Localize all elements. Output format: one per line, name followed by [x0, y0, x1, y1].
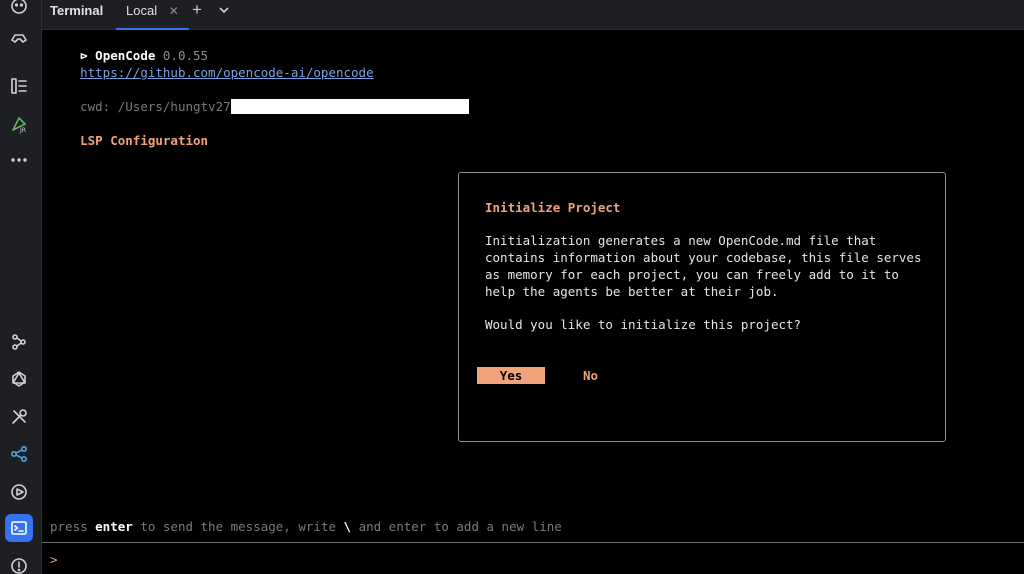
run-icon[interactable]	[5, 478, 33, 506]
dialog-question: Would you like to initialize this projec…	[485, 317, 802, 332]
chevron-down-icon[interactable]	[218, 3, 230, 21]
build-tools-icon[interactable]	[5, 403, 33, 431]
initialize-project-dialog: Initialize Project Initialization genera…	[458, 172, 946, 442]
hint-middle: to send the message, write	[132, 519, 344, 534]
tab-local-label: Local	[126, 3, 158, 18]
hint-key-enter: enter	[95, 519, 133, 534]
add-tab-icon[interactable]: +	[192, 0, 202, 20]
dialog-title: Initialize Project	[485, 200, 621, 215]
input-hint: press enter to send the message, write \…	[50, 518, 562, 535]
dialog-body: Initialization generates a new OpenCode.…	[485, 233, 922, 299]
share-icon[interactable]	[5, 440, 33, 468]
message-input[interactable]: >	[50, 551, 58, 568]
plugin-icon[interactable]	[5, 0, 33, 20]
services-graph-icon[interactable]	[5, 328, 33, 356]
terminal-tab-bar: Terminal Local ✕ +	[42, 0, 1024, 30]
svg-text:JR: JR	[19, 127, 26, 134]
no-button[interactable]: No	[583, 367, 598, 384]
game-controller-icon[interactable]	[5, 24, 33, 52]
jrebel-icon[interactable]: JR	[5, 110, 33, 138]
more-icon[interactable]	[5, 146, 33, 174]
problems-icon[interactable]	[5, 552, 33, 574]
redacted-path	[230, 99, 469, 114]
lsp-configuration-label: LSP Configuration	[80, 133, 209, 148]
tool-window-strip: JR	[0, 0, 42, 574]
lsp-line: LSP Configuration	[50, 115, 208, 166]
yes-button[interactable]: Yes	[477, 367, 545, 384]
graphql-icon[interactable]	[5, 365, 33, 393]
input-divider	[42, 542, 1024, 543]
tab-local[interactable]: Local ✕	[116, 0, 189, 30]
tool-window-title: Terminal	[50, 3, 104, 18]
terminal-output[interactable]: ⊳ OpenCode 0.0.55 https://github.com/ope…	[42, 30, 1024, 574]
terminal-icon[interactable]	[5, 514, 33, 542]
input-prompt-glyph: >	[50, 552, 58, 567]
close-icon[interactable]: ✕	[169, 4, 179, 18]
hint-prefix: press	[50, 519, 96, 534]
structure-icon[interactable]	[5, 72, 33, 100]
hint-suffix: and enter to add a new line	[351, 519, 562, 534]
cwd-label: cwd: /Users/hungtv27	[80, 99, 231, 114]
repo-link[interactable]: https://github.com/opencode-ai/opencode	[80, 65, 374, 80]
hint-key-backslash: \	[343, 519, 352, 534]
